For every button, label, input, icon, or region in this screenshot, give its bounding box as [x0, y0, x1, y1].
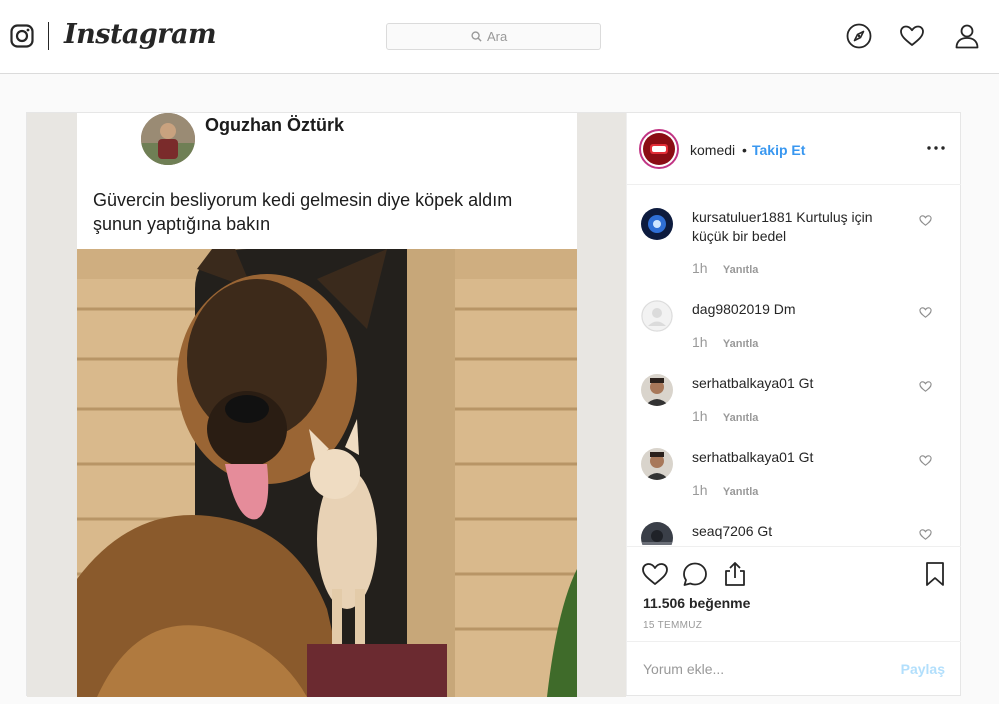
separator-dot: •	[742, 142, 747, 158]
comment-like-heart-icon[interactable]	[919, 380, 932, 393]
comment-input[interactable]	[643, 658, 883, 680]
share-upload-icon[interactable]	[721, 560, 749, 588]
comment-text: Gt	[798, 449, 814, 465]
add-comment-bar: Paylaş	[627, 641, 961, 695]
commenter-avatar[interactable]	[641, 300, 673, 332]
komedi-logo-icon	[650, 144, 668, 154]
post-media[interactable]: Oguzhan Öztürk Güvercin besliyorum kedi …	[27, 113, 626, 697]
reply-button[interactable]: Yanıtla	[723, 264, 758, 276]
meme-author-name: Oguzhan Öztürk	[205, 115, 344, 135]
follow-button[interactable]: Takip Et	[752, 142, 805, 158]
commenter-avatar[interactable]	[641, 448, 673, 480]
reply-button[interactable]: Yanıtla	[723, 486, 758, 498]
reply-button[interactable]: Yanıtla	[723, 412, 758, 424]
more-options-icon[interactable]	[925, 140, 947, 156]
author-avatar[interactable]	[639, 129, 679, 169]
comment-time[interactable]: 1h	[692, 408, 708, 424]
comment-meta: 1h Yanıtla	[692, 408, 758, 424]
meme-header: Oguzhan Öztürk Güvercin besliyorum kedi …	[77, 113, 577, 249]
instagram-wordmark[interactable]: Instagram	[64, 19, 217, 50]
comment-username[interactable]: serhatbalkaya01	[692, 375, 795, 391]
instagram-glyph-icon[interactable]	[10, 24, 34, 48]
comment-body: dag9802019 Dm	[692, 300, 912, 319]
search-icon	[471, 31, 482, 42]
comment-username[interactable]: serhatbalkaya01	[692, 449, 795, 465]
comment-item: dag9802019 Dm 1h Yanıtla	[627, 300, 961, 374]
reply-button[interactable]: Yanıtla	[723, 338, 758, 350]
post-date[interactable]: 15 TEMMUZ	[643, 620, 702, 631]
commenter-avatar[interactable]	[641, 374, 673, 406]
top-navigation: Instagram	[0, 0, 999, 74]
comment-meta: 1h Yanıtla	[692, 482, 758, 498]
meme-image: Oguzhan Öztürk Güvercin besliyorum kedi …	[77, 113, 577, 697]
comment-like-heart-icon[interactable]	[919, 454, 932, 467]
post-actions: 11.506 beğenme 15 TEMMUZ	[627, 546, 961, 641]
comment-body: serhatbalkaya01 Gt	[692, 374, 912, 393]
comment-body: kursatuluer1881 Kurtuluş için küçük bir …	[692, 208, 912, 246]
comment-bubble-icon[interactable]	[681, 560, 709, 588]
post-sidebar: komedi • Takip Et kursatuluer1881 Kurtul…	[626, 113, 961, 695]
profile-icon[interactable]	[954, 23, 980, 49]
dog-and-kitten-photo	[77, 249, 577, 697]
post-card: Oguzhan Öztürk Güvercin besliyorum kedi …	[26, 112, 961, 697]
comment-like-heart-icon[interactable]	[919, 214, 932, 227]
meme-caption: Güvercin besliyorum kedi gelmesin diye k…	[93, 190, 513, 234]
comment-username[interactable]: kursatuluer1881	[692, 209, 792, 225]
comment-meta: 1h Yanıtla	[692, 260, 758, 276]
comment-like-heart-icon[interactable]	[919, 528, 932, 541]
comment-text: Gt	[757, 523, 773, 539]
comment-time[interactable]: 1h	[692, 482, 708, 498]
like-heart-icon[interactable]	[641, 560, 669, 588]
comment-time[interactable]: 1h	[692, 260, 708, 276]
comment-like-heart-icon[interactable]	[919, 306, 932, 319]
activity-heart-icon[interactable]	[899, 23, 925, 49]
author-username[interactable]: komedi	[690, 142, 735, 158]
comment-body: serhatbalkaya01 Gt	[692, 448, 912, 467]
comment-item: seaq7206 Gt	[627, 522, 961, 545]
post-comment-button[interactable]: Paylaş	[901, 661, 945, 677]
comment-item: kursatuluer1881 Kurtuluş için küçük bir …	[627, 208, 961, 282]
comment-item: serhatbalkaya01 Gt 1h Yanıtla	[627, 448, 961, 522]
comment-time[interactable]: 1h	[692, 334, 708, 350]
comments-list[interactable]: kursatuluer1881 Kurtuluş için küçük bir …	[627, 186, 961, 545]
comment-meta: 1h Yanıtla	[692, 334, 758, 350]
explore-compass-icon[interactable]	[846, 23, 872, 49]
commenter-avatar[interactable]	[641, 208, 673, 240]
search-box[interactable]	[386, 23, 601, 50]
comment-body: seaq7206 Gt	[692, 522, 912, 541]
comment-item: serhatbalkaya01 Gt 1h Yanıtla	[627, 374, 961, 448]
comment-text: Gt	[798, 375, 814, 391]
save-bookmark-icon[interactable]	[921, 560, 949, 588]
comment-text: Dm	[773, 301, 796, 317]
meme-avatar	[141, 113, 195, 165]
post-header: komedi • Takip Et	[627, 113, 961, 185]
comment-username[interactable]: dag9802019	[692, 301, 770, 317]
search-input[interactable]	[487, 24, 597, 49]
comment-username[interactable]: seaq7206	[692, 523, 754, 539]
commenter-avatar[interactable]	[641, 522, 673, 545]
nav-divider	[48, 22, 49, 50]
likes-count[interactable]: 11.506 beğenme	[643, 595, 750, 611]
